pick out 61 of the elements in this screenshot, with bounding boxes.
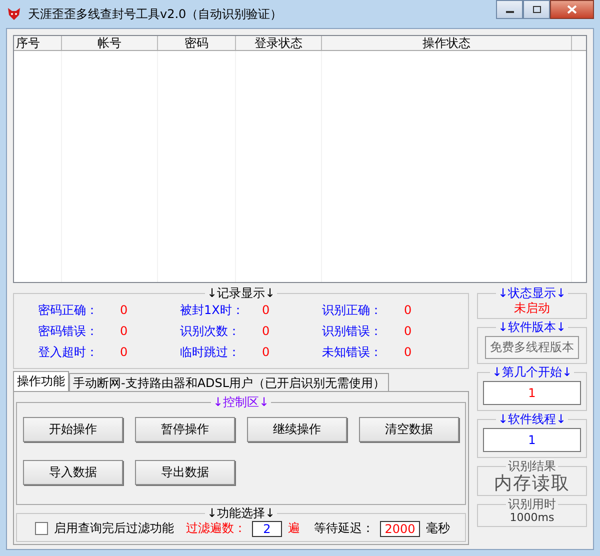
column-header[interactable]: 密码 [158, 36, 236, 50]
tab[interactable]: 手动断网-支持路由器和ADSL用户（已开启识别无需使用） [69, 373, 390, 391]
stat-value: 0 [404, 345, 412, 360]
passes-field[interactable]: 2 [252, 520, 282, 536]
stat-label: 登入超时： [38, 345, 99, 360]
stat-value: 0 [120, 324, 128, 339]
close-icon [567, 5, 577, 14]
stat-value: 0 [120, 345, 128, 360]
stat-value: 0 [404, 303, 412, 318]
time-text: 1000ms [510, 511, 554, 524]
panel-title: ↓记录显示↓ [206, 287, 276, 300]
column-header[interactable]: 操作状态 [322, 36, 572, 50]
delay-field[interactable]: 2000 [380, 520, 420, 536]
action-button[interactable]: 开始操作 [23, 417, 123, 442]
stat-value: 0 [404, 324, 412, 339]
stat-label: 识别次数： [180, 324, 241, 339]
minimize-button[interactable] [496, 0, 523, 19]
passes-label: 过滤遍数： [186, 520, 246, 537]
checkbox-label: 启用查询完后过滤功能 [54, 520, 174, 537]
stat-label: 临时跳过： [180, 345, 241, 360]
tab[interactable]: 操作功能 [13, 371, 69, 391]
unit-label: 毫秒 [426, 520, 450, 537]
number-field[interactable]: 1 [483, 428, 581, 452]
close-button[interactable] [550, 0, 594, 19]
window-title: 天涯歪歪多线查封号工具v2.0（自动识别验证） [28, 6, 284, 22]
unit-label: 遍 [288, 520, 300, 537]
stat-value: 0 [262, 303, 270, 318]
filter-checkbox[interactable] [35, 522, 48, 535]
action-button[interactable]: 清空数据 [359, 417, 459, 442]
status-text: 未启动 [514, 300, 550, 317]
column-header[interactable]: 登录状态 [236, 36, 322, 50]
panel-title: ↓软件线程↓ [496, 413, 568, 426]
stat-label: 密码错误： [38, 324, 99, 339]
app-icon [6, 6, 22, 22]
column-header[interactable]: 帐号 [62, 36, 158, 50]
version-button[interactable]: 免费多线程版本 [485, 336, 579, 359]
maximize-button[interactable] [523, 0, 550, 19]
action-button[interactable]: 继续操作 [247, 417, 347, 442]
stat-label: 识别错误： [322, 324, 383, 339]
stat-value: 0 [120, 303, 128, 318]
stat-label: 未知错误： [322, 345, 383, 360]
stat-value: 0 [262, 345, 270, 360]
stat-value: 0 [262, 324, 270, 339]
delay-label: 等待延迟： [314, 520, 374, 537]
panel-title: ↓状态显示↓ [496, 287, 568, 300]
column-header[interactable]: 序号 [14, 36, 62, 50]
action-button[interactable]: 导入数据 [23, 460, 123, 485]
number-field[interactable]: 1 [483, 381, 581, 405]
panel-title: ↓软件版本↓ [496, 321, 568, 334]
action-button[interactable]: 暂停操作 [135, 417, 235, 442]
maximize-icon [532, 6, 542, 14]
stat-label: 密码正确： [38, 303, 99, 318]
stat-label: 识别正确： [322, 303, 383, 318]
panel-title: ↓第几个开始↓ [490, 366, 574, 379]
panel-title: ↓控制区↓ [212, 396, 270, 409]
action-button[interactable]: 导出数据 [135, 460, 235, 485]
result-text: 内存读取 [494, 473, 570, 495]
panel-title: ↓功能选择↓ [206, 507, 276, 520]
panel-title: 识别结果 [507, 460, 557, 473]
stat-label: 被封1X时： [180, 303, 245, 318]
panel-title: 识别用时 [507, 498, 557, 511]
